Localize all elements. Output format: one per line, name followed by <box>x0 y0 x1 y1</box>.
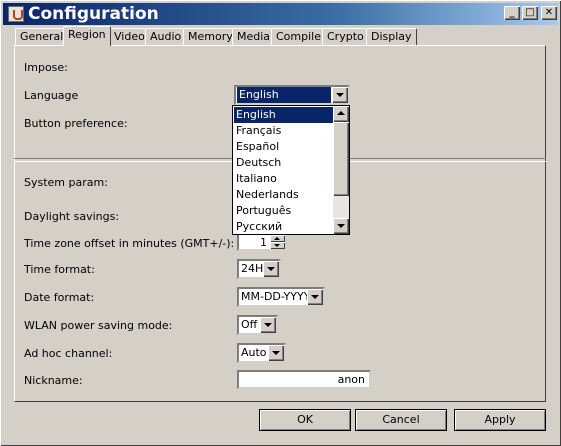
date-format-value: MM-DD-YYYY <box>241 290 311 303</box>
wlan-value: Off <box>241 318 258 331</box>
dropdown-scrollbar[interactable] <box>333 106 349 234</box>
apply-button[interactable]: Apply <box>454 409 546 431</box>
tab-display[interactable]: Display <box>366 28 417 45</box>
tab-general[interactable]: General <box>15 28 69 45</box>
tab-memory[interactable]: Memory <box>183 28 238 45</box>
daylight-savings-label: Daylight savings: <box>24 210 120 223</box>
scroll-up-icon[interactable] <box>333 106 349 122</box>
timezone-value: 1 <box>260 236 267 249</box>
adhoc-value: Auto <box>241 346 267 359</box>
maximize-button[interactable]: □ <box>522 6 538 20</box>
language-label: Language <box>24 89 79 102</box>
nickname-value: anon <box>337 373 365 386</box>
adhoc-select[interactable]: Auto <box>237 343 286 363</box>
chevron-down-icon[interactable] <box>260 317 276 333</box>
date-format-label: Date format: <box>24 291 95 304</box>
close-button[interactable]: ✕ <box>541 6 557 20</box>
language-selected-value: English <box>237 87 331 103</box>
java-cup-icon <box>8 6 24 22</box>
system-param-label: System param: <box>24 176 108 189</box>
language-option-espanol[interactable]: Español <box>234 139 334 155</box>
language-option-russian[interactable]: Русский <box>234 219 334 235</box>
language-option-portugues[interactable]: Português <box>234 203 334 219</box>
time-format-select[interactable]: 24H <box>237 259 281 279</box>
wlan-label: WLAN power saving mode: <box>24 319 173 332</box>
adhoc-label: Ad hoc channel: <box>24 347 113 360</box>
chevron-down-icon[interactable] <box>268 345 284 361</box>
timezone-label: Time zone offset in minutes (GMT+/-): <box>24 237 235 250</box>
chevron-down-icon[interactable] <box>263 261 279 277</box>
chevron-down-icon[interactable] <box>332 87 348 103</box>
language-select[interactable]: English <box>234 85 350 105</box>
language-option-english[interactable]: English <box>234 107 334 123</box>
date-format-select[interactable]: MM-DD-YYYY <box>237 287 325 307</box>
time-format-value: 24H <box>241 262 264 275</box>
language-option-italiano[interactable]: Italiano <box>234 171 334 187</box>
impose-label: Impose: <box>24 61 68 74</box>
scroll-thumb[interactable] <box>333 122 349 196</box>
window-title: Configuration <box>28 4 159 24</box>
nickname-field[interactable]: anon <box>237 370 371 389</box>
wlan-select[interactable]: Off <box>237 315 278 335</box>
tab-crypto[interactable]: Crypto <box>322 28 369 45</box>
time-format-label: Time format: <box>24 263 95 276</box>
timezone-spinner[interactable]: 1 <box>237 233 287 251</box>
ok-button[interactable]: OK <box>259 409 351 431</box>
tab-video[interactable]: Video <box>109 28 150 45</box>
tab-region[interactable]: Region <box>63 26 111 46</box>
spinner-down-icon[interactable] <box>270 242 285 249</box>
cancel-button[interactable]: Cancel <box>355 409 447 431</box>
language-option-deutsch[interactable]: Deutsch <box>234 155 334 171</box>
button-preference-label: Button preference: <box>24 117 128 130</box>
spinner-up-icon[interactable] <box>270 235 285 242</box>
tab-audio[interactable]: Audio <box>145 28 187 45</box>
language-option-francais[interactable]: Français <box>234 123 334 139</box>
language-dropdown-list[interactable]: English Français Español Deutsch Italian… <box>232 105 350 235</box>
minimize-button[interactable]: _ <box>504 6 520 20</box>
nickname-label: Nickname: <box>24 374 83 387</box>
title-bar[interactable]: Configuration _ □ ✕ <box>3 3 558 25</box>
tab-media[interactable]: Media <box>232 28 276 45</box>
language-option-nederlands[interactable]: Nederlands <box>234 187 334 203</box>
chevron-down-icon[interactable] <box>307 289 323 305</box>
scroll-down-icon[interactable] <box>333 218 349 234</box>
